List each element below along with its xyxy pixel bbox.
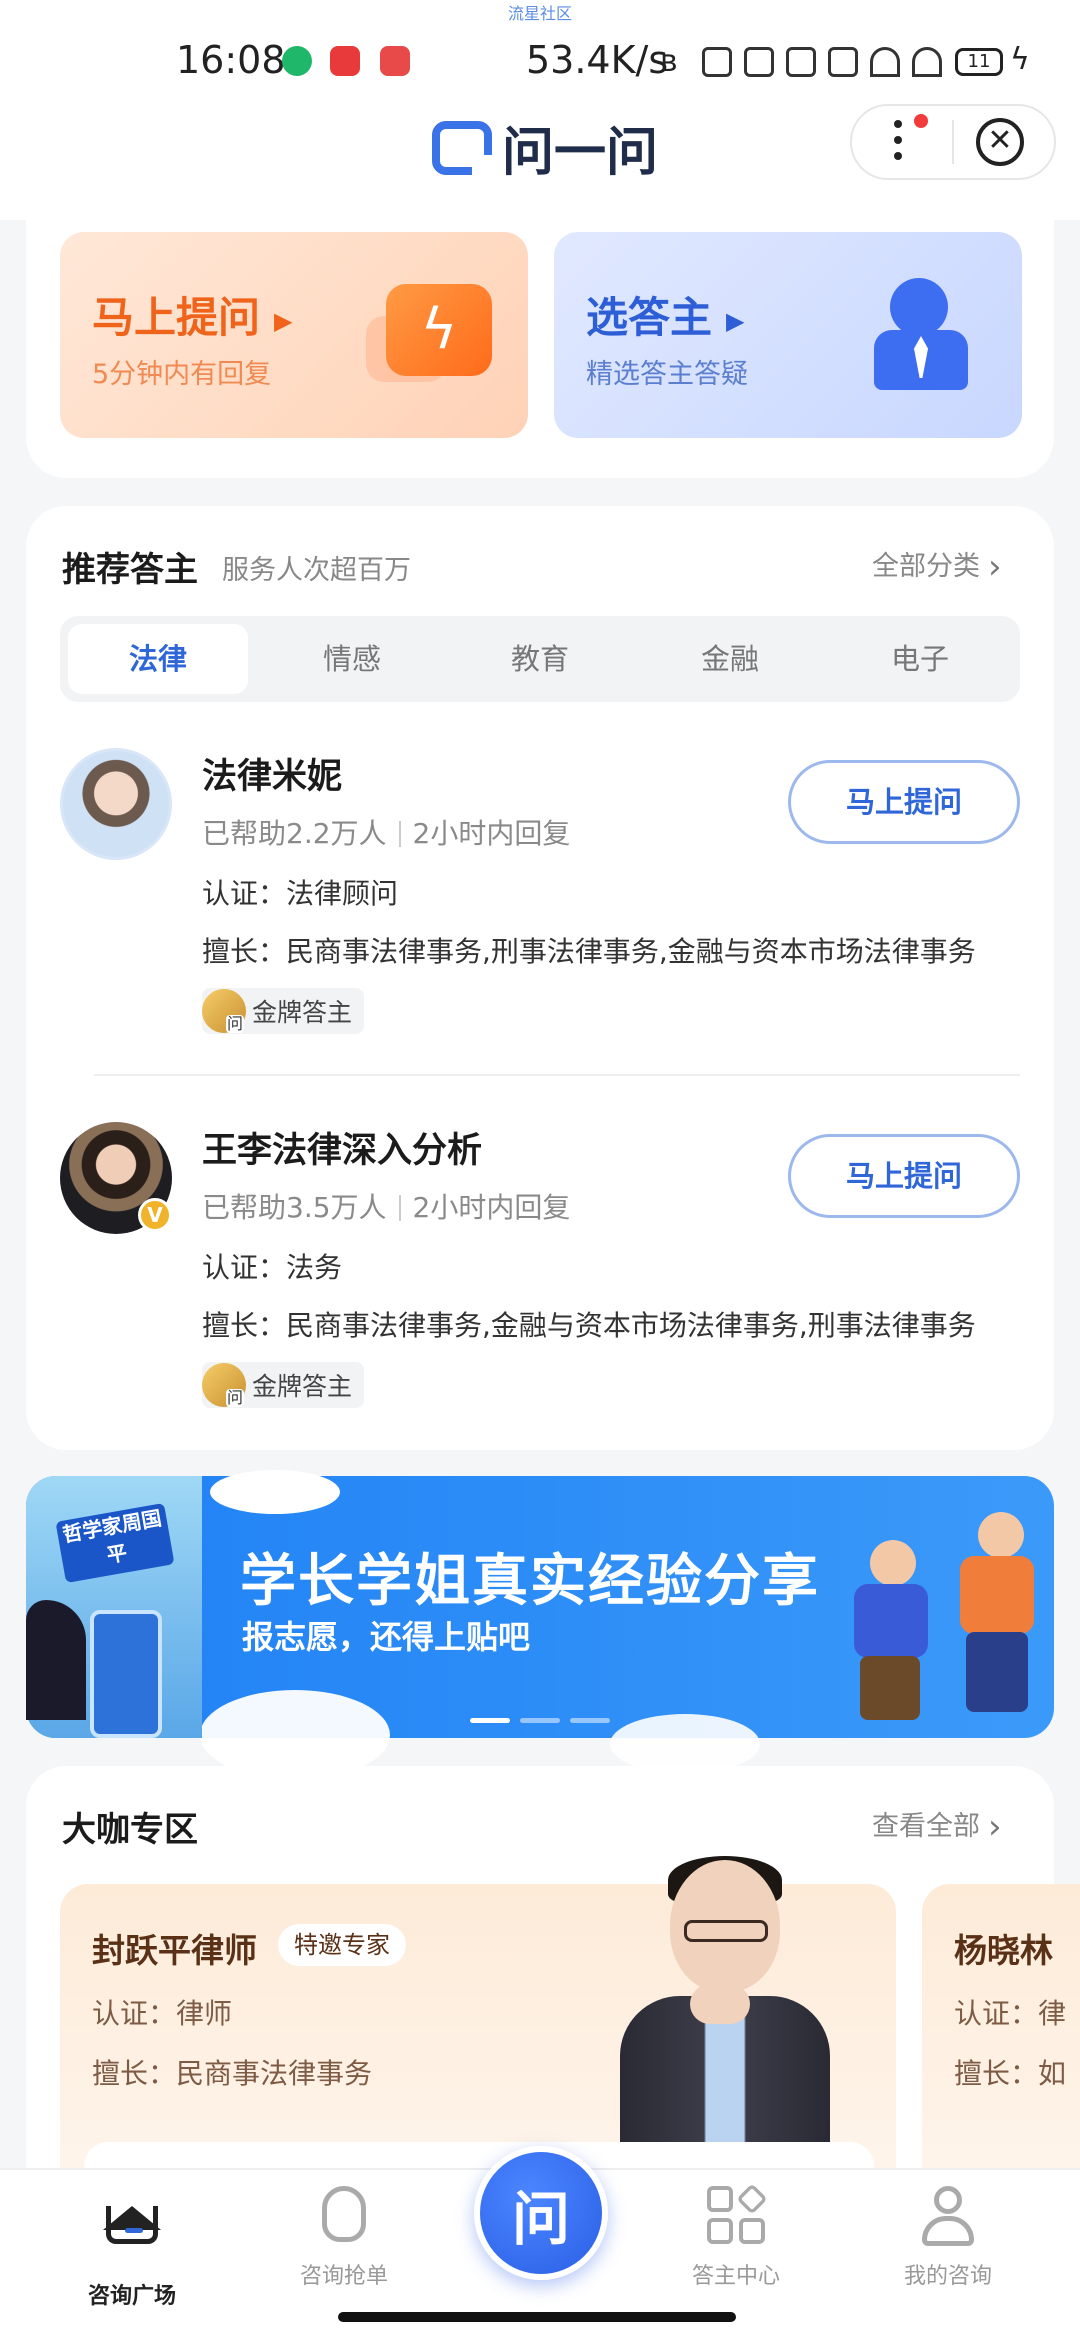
all-categories-link[interactable]: 全部分类 › [872, 544, 1002, 587]
carrier-label: 流星社区 [507, 4, 572, 23]
logo-icon [432, 120, 492, 175]
nav-label: 咨询抢单 [299, 2264, 388, 2289]
expert-meta: 已帮助3.5万人 2小时内回复 [202, 1186, 570, 1226]
app-title: 问一问 [502, 123, 659, 183]
hd-icon [744, 47, 774, 77]
signal-2-icon [786, 47, 816, 77]
hd-2-icon [828, 47, 858, 77]
vending-machine-illustration [90, 1610, 162, 1738]
expert-cert: 认证：律 [954, 1997, 1067, 2030]
expert-cert: 认证：律师 [92, 1997, 233, 2030]
tab-education[interactable]: 教育 [450, 624, 630, 694]
chevron-right-icon: › [988, 547, 1002, 587]
helped-count: 已帮助2.2万人 [202, 817, 387, 850]
lightning-bubble-icon: ϟ [386, 284, 492, 376]
expert-skills: 擅长：民商事法律事务,金融与资本市场法律事务,刑事法律事务 [202, 1309, 976, 1342]
charging-icon: ϟ [1010, 42, 1030, 77]
wifi-icon [870, 47, 900, 77]
view-all-link[interactable]: 查看全部 › [872, 1804, 1002, 1847]
expert-name[interactable]: 法律米妮 [202, 748, 342, 799]
nav-label: 我的咨询 [903, 2264, 992, 2289]
ask-now-button[interactable]: 马上提问 [788, 1134, 1020, 1218]
row-divider [94, 1074, 1020, 1076]
grid-apps-icon [705, 2183, 768, 2248]
person-tie-icon [890, 278, 948, 336]
nav-answerer-center[interactable]: 答主中心 [646, 2183, 826, 2290]
gold-badge: 金牌答主 [202, 1362, 365, 1408]
ask-now-subtitle: 5分钟内有回复 [92, 359, 272, 390]
system-icons: ʙ [660, 44, 942, 80]
user-icon [917, 2186, 979, 2248]
avatar[interactable] [60, 748, 172, 860]
pick-expert-subtitle: 精选答主答疑 [586, 359, 748, 390]
reply-time: 2小时内回复 [412, 817, 571, 850]
hand-tap-icon [313, 2186, 375, 2248]
expert-name: 封跃平律师 [92, 1931, 257, 1970]
expert-photo [620, 1856, 830, 2150]
nav-consult-plaza[interactable]: 咨询广场 [42, 2186, 222, 2310]
network-speed: 53.4K/s [526, 38, 669, 82]
capsule-divider [952, 120, 954, 164]
tab-electronics[interactable]: 电子 [830, 624, 1010, 694]
app-logo: 问一问 [432, 110, 658, 185]
reply-time: 2小时内回复 [412, 1191, 571, 1224]
tab-law[interactable]: 法律 [68, 624, 248, 694]
expert-skills: 擅长：如 [954, 2057, 1067, 2090]
shopping-app-icon [330, 46, 360, 76]
banner-subtitle: 报志愿，还得上贴吧 [242, 1618, 531, 1656]
video-app-icon [380, 46, 410, 76]
section-subtitle: 服务人次超百万 [222, 555, 411, 586]
expert-cert: 认证：法律顾问 [202, 877, 399, 910]
wifi-2-icon [912, 47, 942, 77]
verified-badge-icon: V [138, 1198, 172, 1232]
banner-title: 学长学姐真实经验分享 [240, 1549, 820, 1614]
ask-now-title: 马上提问 ▶ [92, 293, 293, 342]
carousel-indicator [470, 1718, 610, 1723]
nav-grab-orders[interactable]: 咨询抢单 [254, 2186, 434, 2290]
home-icon [101, 2206, 163, 2268]
expert-name[interactable]: 王李法律深入分析 [202, 1122, 482, 1173]
student-illustration [840, 1540, 940, 1730]
gold-badge: 金牌答主 [202, 988, 365, 1034]
home-indicator[interactable] [338, 2312, 736, 2322]
chat-app-icon [282, 46, 312, 76]
person-silhouette [26, 1600, 86, 1720]
cloud-decoration [610, 1714, 760, 1774]
expert-skills: 擅长：民商事法律事务,刑事法律事务,金融与资本市场法律事务 [202, 935, 976, 968]
expert-meta: 已帮助2.2万人 2小时内回复 [202, 812, 570, 852]
chevron-right-icon: › [988, 1807, 1002, 1847]
invited-expert-badge: 特邀专家 [278, 1924, 406, 1966]
gold-medal-icon [202, 989, 246, 1033]
nav-label: 咨询广场 [87, 2284, 176, 2309]
nav-label: 答主中心 [691, 2264, 780, 2289]
section-title: 推荐答主 [62, 550, 198, 590]
gold-medal-icon [202, 1363, 246, 1407]
ask-now-button[interactable]: 马上提问 [788, 760, 1020, 844]
close-circle-icon[interactable]: ✕ [976, 118, 1024, 166]
status-time: 16:08 [176, 38, 286, 82]
triangle-right-icon: ▶ [274, 306, 293, 335]
tab-finance[interactable]: 金融 [640, 624, 820, 694]
ask-center-button[interactable]: 问 [474, 2146, 608, 2280]
cloud-decoration [210, 1470, 340, 1514]
bluetooth-icon: ʙ [660, 44, 678, 79]
section-title: 大咖专区 [62, 1810, 198, 1850]
expert-cert: 认证：法务 [202, 1251, 343, 1284]
student-illustration [944, 1512, 1044, 1722]
pick-expert-title: 选答主 ▶ [586, 293, 745, 342]
signal-icon [702, 47, 732, 77]
expert-skills: 擅长：民商事法律事务 [92, 2057, 373, 2090]
notification-dot [914, 114, 928, 128]
more-dots-icon[interactable] [894, 120, 904, 164]
nav-my-consults[interactable]: 我的咨询 [858, 2186, 1038, 2290]
tab-emotion[interactable]: 情感 [262, 624, 442, 694]
triangle-right-icon: ▶ [726, 306, 745, 335]
expert-name: 杨晓林 [954, 1931, 1053, 1970]
helped-count: 已帮助3.5万人 [202, 1191, 387, 1224]
battery-icon: 11 [955, 48, 1003, 76]
